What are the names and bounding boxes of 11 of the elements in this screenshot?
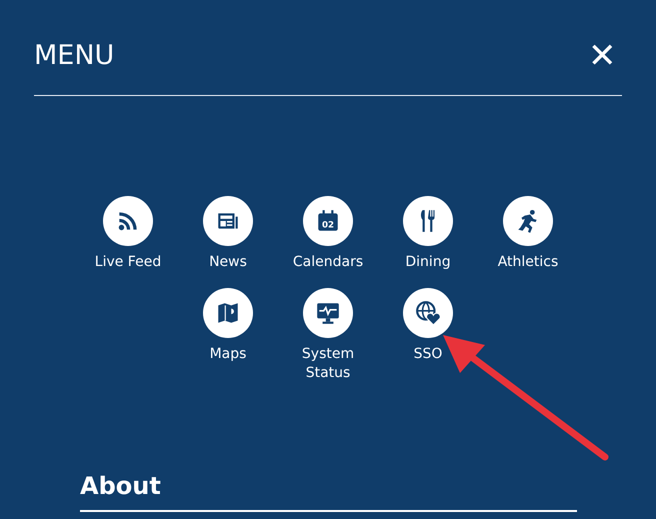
menu-item[interactable]: Dining (378, 196, 478, 272)
menu-item[interactable]: 02 Calendars (278, 196, 378, 272)
globe-heart-icon (415, 300, 441, 326)
close-button[interactable]: ✕ (588, 38, 616, 74)
section-heading: About (80, 472, 161, 500)
menu-item[interactable]: Athletics (478, 196, 578, 272)
menu-item[interactable]: Maps (178, 288, 278, 383)
menu-item[interactable]: Live Feed (78, 196, 178, 272)
menu-item[interactable]: System Status (278, 288, 378, 383)
menu-title: MENU (34, 39, 114, 73)
menu-item[interactable]: News (178, 196, 278, 272)
